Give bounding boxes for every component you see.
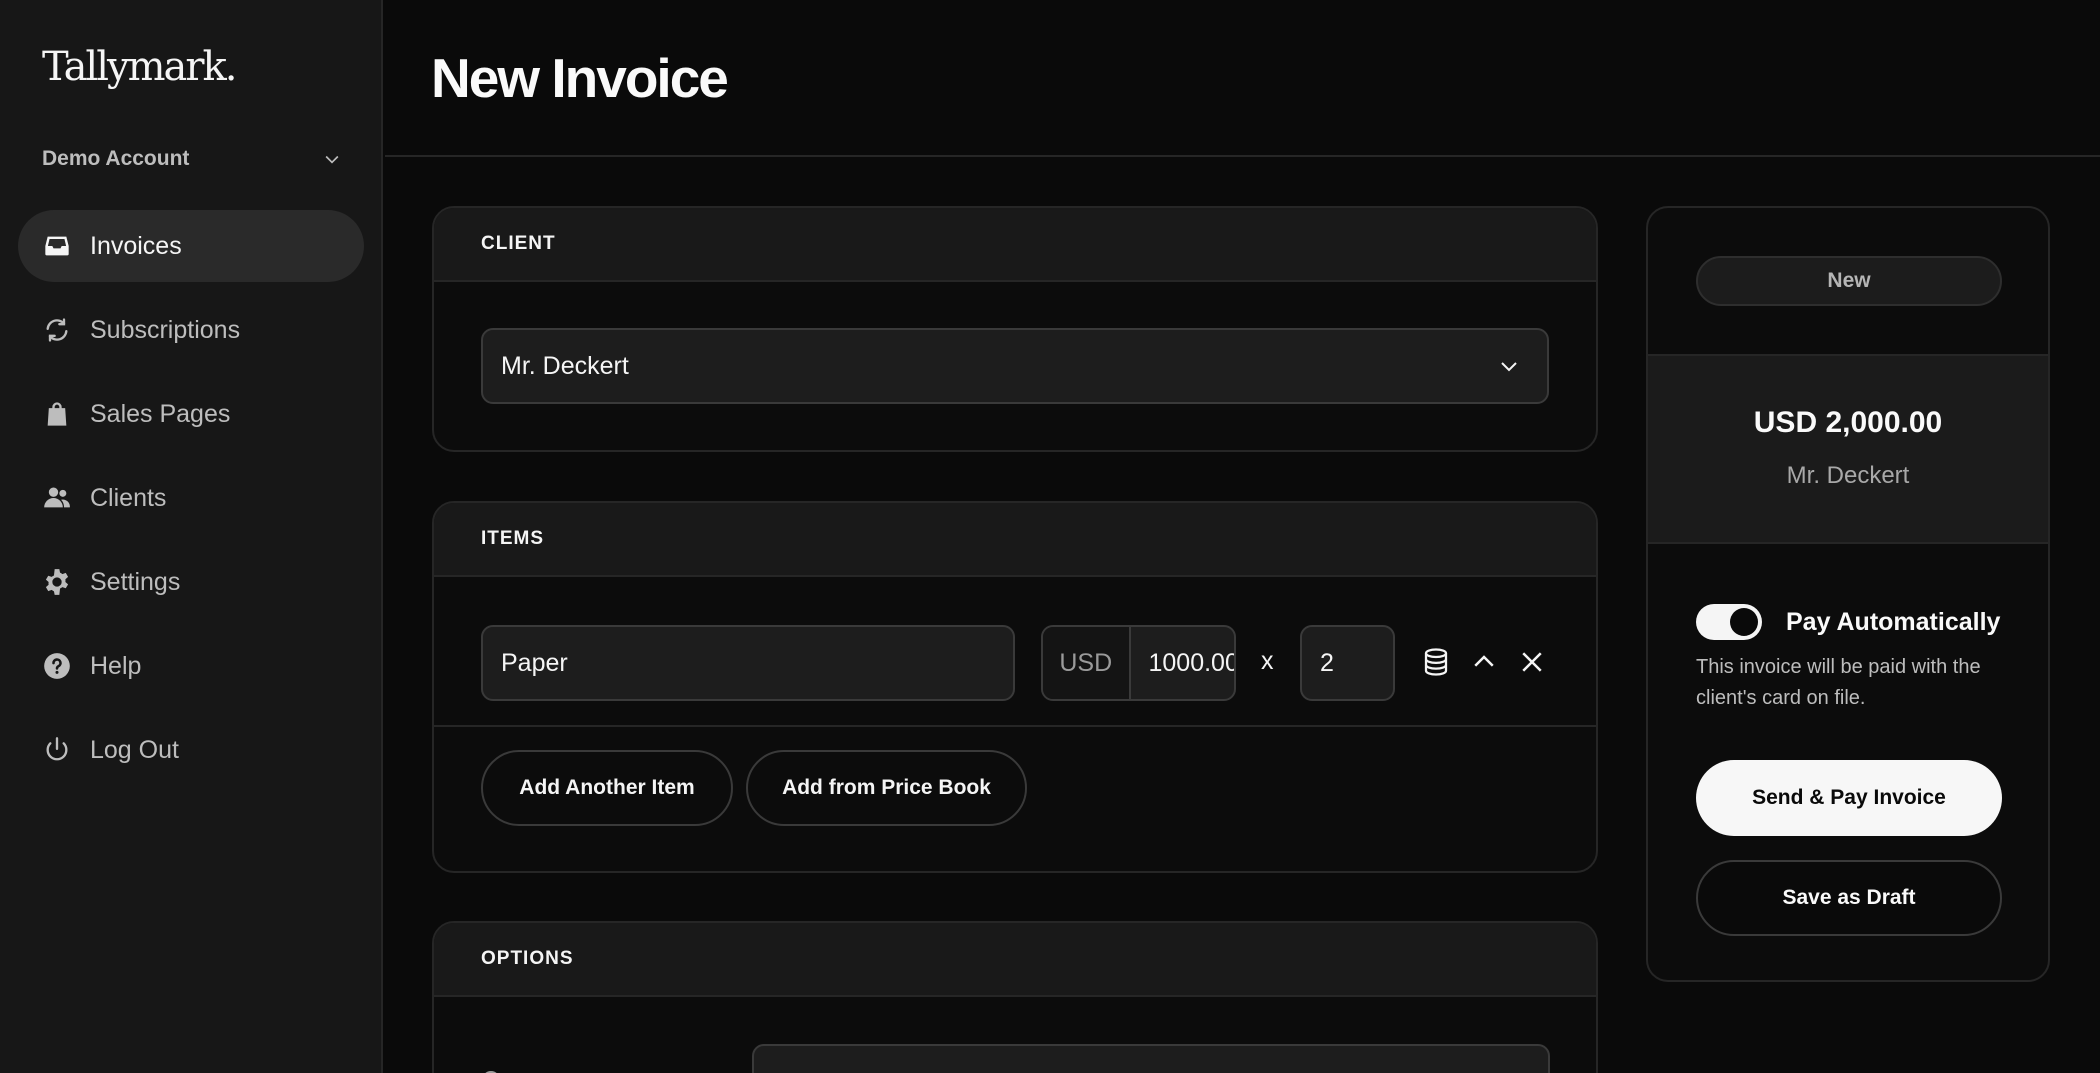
status-badge: New [1696, 256, 2002, 306]
sidebar-item-label: Sales Pages [90, 399, 231, 428]
power-icon [42, 735, 72, 765]
gear-icon [42, 567, 72, 597]
sidebar-item-label: Log Out [90, 735, 179, 764]
refresh-icon [42, 315, 72, 345]
client-select-value: Mr. Deckert [501, 351, 629, 380]
client-select[interactable]: Mr. Deckert [481, 328, 1549, 404]
question-circle-icon [42, 651, 72, 681]
invoice-total: USD 2,000.00 [1753, 406, 1943, 439]
item-price-field[interactable]: USD 1000.00 [1041, 625, 1236, 701]
users-icon [42, 483, 72, 513]
toggle-knob [1730, 608, 1758, 636]
account-name: Demo Account [42, 147, 190, 170]
sidebar-item-subscriptions[interactable]: Subscriptions [18, 294, 364, 366]
page-title: New Invoice [431, 47, 729, 109]
add-another-item-button[interactable]: Add Another Item [481, 750, 733, 826]
options-card: OPTIONS [432, 921, 1598, 1073]
invoice-summary-card: New USD 2,000.00 Mr. Deckert Pay Automat… [1646, 206, 2050, 982]
chevron-down-icon [1501, 362, 1517, 372]
sidebar-item-settings[interactable]: Settings [18, 546, 364, 618]
items-card-heading: ITEMS [434, 503, 1596, 577]
multiply-sign: x [1261, 647, 1274, 675]
chevron-down-icon [325, 155, 339, 164]
item-name-input[interactable]: Paper [481, 625, 1015, 701]
app-logo[interactable]: Tallymark. [42, 44, 237, 90]
client-card-heading: CLIENT [434, 208, 1596, 282]
chevron-up-icon[interactable] [1467, 645, 1501, 679]
shopping-bag-icon [42, 399, 72, 429]
line-item-row: Paper USD 1000.00 x 2 [434, 577, 1596, 727]
sidebar-item-label: Clients [90, 483, 167, 512]
sidebar-item-invoices[interactable]: Invoices [18, 210, 364, 282]
sidebar-item-label: Settings [90, 567, 181, 596]
sidebar-item-sales-pages[interactable]: Sales Pages [18, 378, 364, 450]
item-quantity-input[interactable]: 2 [1300, 625, 1395, 701]
currency-label: USD [1043, 627, 1131, 699]
close-icon[interactable] [1515, 645, 1549, 679]
option-input[interactable] [752, 1044, 1550, 1073]
send-and-pay-button[interactable]: Send & Pay Invoice [1696, 760, 2002, 836]
inbox-icon [42, 231, 72, 261]
pay-automatically-toggle[interactable] [1696, 604, 1762, 640]
item-price-input[interactable]: 1000.00 [1131, 649, 1235, 678]
sidebar-item-label: Subscriptions [90, 315, 241, 344]
items-card: ITEMS Paper USD 1000.00 x 2 Add Another … [432, 501, 1598, 873]
database-icon[interactable] [1419, 645, 1453, 679]
page-header: New Invoice [385, 0, 2100, 157]
pay-automatically-label: Pay Automatically [1786, 608, 2001, 636]
sidebar: Tallymark. Demo Account Invoices Subscri… [0, 0, 383, 1073]
sidebar-item-label: Help [90, 651, 142, 680]
summary-client-name: Mr. Deckert [1786, 462, 1910, 489]
sidebar-item-label: Invoices [90, 231, 182, 260]
sidebar-nav: Invoices Subscriptions Sales Pages Clien… [18, 210, 364, 798]
summary-totals: USD 2,000.00 Mr. Deckert [1648, 354, 2048, 544]
add-from-price-book-button[interactable]: Add from Price Book [746, 750, 1027, 826]
save-as-draft-button[interactable]: Save as Draft [1696, 860, 2002, 936]
pay-automatically-description: This invoice will be paid with the clien… [1696, 656, 1981, 709]
sidebar-item-log-out[interactable]: Log Out [18, 714, 364, 786]
sidebar-item-clients[interactable]: Clients [18, 462, 364, 534]
sidebar-item-help[interactable]: Help [18, 630, 364, 702]
account-switcher[interactable]: Demo Account [42, 144, 342, 174]
client-card: CLIENT Mr. Deckert [432, 206, 1598, 452]
options-card-heading: OPTIONS [434, 923, 1596, 997]
